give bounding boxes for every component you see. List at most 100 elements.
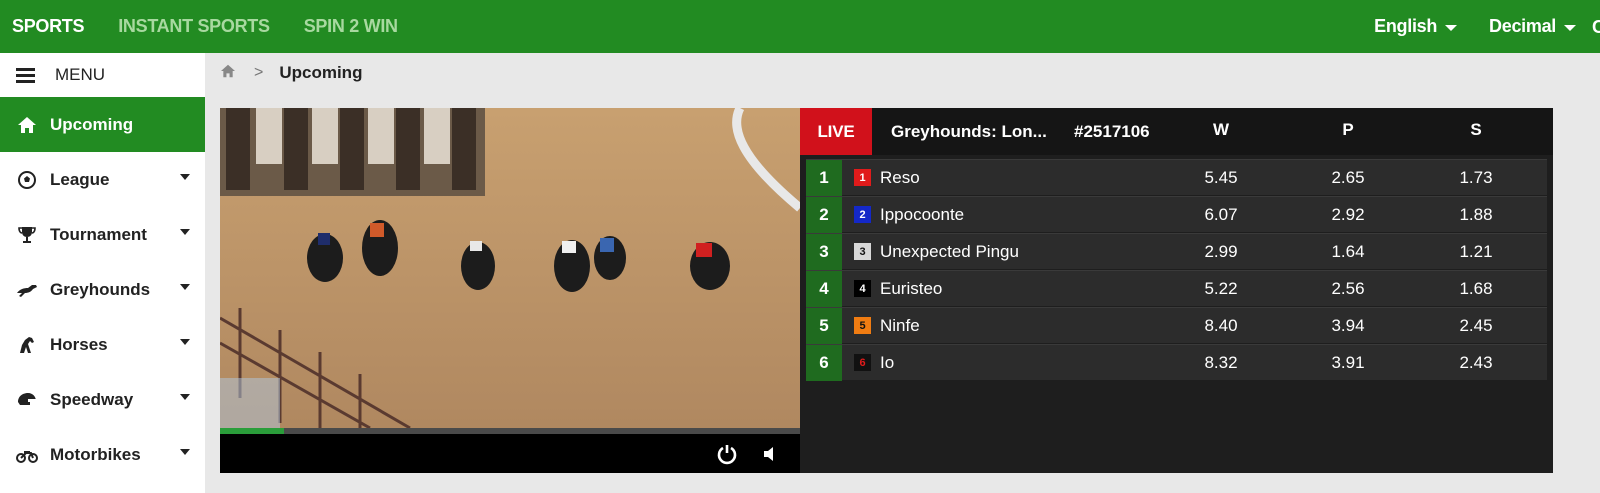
truncated-nav-item[interactable]: C <box>1592 17 1600 37</box>
horse-icon <box>16 335 38 355</box>
odds-show[interactable]: 2.45 <box>1446 316 1506 336</box>
language-dropdown[interactable]: English <box>1358 16 1473 37</box>
sidebar: MENU Upcoming League Tournament Greyhoun… <box>0 53 205 493</box>
trap-badge: 6 <box>854 354 871 371</box>
odds-win[interactable]: 6.07 <box>1191 205 1251 225</box>
runner-row[interactable]: 6 6 Io 8.32 3.91 2.43 <box>806 344 1547 381</box>
odds-show[interactable]: 1.73 <box>1446 168 1506 188</box>
odds-place[interactable]: 3.91 <box>1318 353 1378 373</box>
volume-icon[interactable] <box>760 443 782 465</box>
trap-badge: 1 <box>854 169 871 186</box>
sidebar-item-league[interactable]: League <box>0 152 205 207</box>
menu-label: MENU <box>55 65 106 84</box>
sidebar-item-label: Upcoming <box>50 114 134 134</box>
odds-format-label: Decimal <box>1489 16 1556 36</box>
sidebar-item-label: Speedway <box>50 389 134 409</box>
column-header-win: W <box>1212 120 1230 139</box>
top-nav: SPORTS INSTANT SPORTS SPIN 2 WIN <box>0 0 415 53</box>
odds-win[interactable]: 2.99 <box>1191 242 1251 262</box>
sidebar-item-horses[interactable]: Horses <box>0 317 205 372</box>
sidebar-item-speedway[interactable]: Speedway <box>0 372 205 427</box>
runner-name: Euristeo <box>880 278 943 298</box>
runner-number: 5 <box>806 307 842 344</box>
sidebar-item-motorbikes[interactable]: Motorbikes <box>0 427 205 482</box>
chevron-down-icon <box>180 229 190 235</box>
odds-format-dropdown[interactable]: Decimal <box>1473 16 1592 37</box>
top-right-controls: English Decimal C <box>1358 0 1600 53</box>
runner-name: Io <box>880 352 895 372</box>
race-odds-panel: LIVE Greyhounds: Lon... #2517106 W P S 1… <box>800 108 1553 473</box>
chevron-down-icon <box>180 284 190 290</box>
race-video-player[interactable] <box>220 108 800 473</box>
runner-name: Ippocoonte <box>880 204 965 224</box>
sidebar-item-upcoming[interactable]: Upcoming <box>0 97 205 152</box>
motorbike-icon <box>16 445 38 465</box>
menu-toggle[interactable]: MENU <box>0 53 205 97</box>
sidebar-item-tournament[interactable]: Tournament <box>0 207 205 262</box>
sidebar-item-label: Tournament <box>50 224 147 244</box>
runner-list: 1 1 Reso 5.45 2.65 1.73 2 2 Ippocoonte 6.07 2.92 1.… <box>806 159 1547 381</box>
runner-row[interactable]: 3 3 Unexpected Pingu 2.99 1.64 1.21 <box>806 233 1547 270</box>
odds-win[interactable]: 8.32 <box>1191 353 1251 373</box>
breadcrumb-separator: > <box>254 64 264 81</box>
odds-place[interactable]: 2.92 <box>1318 205 1378 225</box>
runner-number: 3 <box>806 233 842 270</box>
race-id: #2517106 <box>1074 121 1150 141</box>
runner-row[interactable]: 2 2 Ippocoonte 6.07 2.92 1.88 <box>806 196 1547 233</box>
column-header-place: P <box>1342 120 1354 139</box>
home-icon[interactable] <box>220 63 236 83</box>
odds-win[interactable]: 5.22 <box>1191 279 1251 299</box>
odds-place[interactable]: 3.94 <box>1318 316 1378 336</box>
chevron-down-icon <box>1564 24 1576 31</box>
breadcrumb: > Upcoming <box>220 62 362 84</box>
top-navigation-bar: SPORTS INSTANT SPORTS SPIN 2 WIN English… <box>0 0 1600 53</box>
odds-place[interactable]: 2.56 <box>1318 279 1378 299</box>
race-name: Greyhounds: Lon... <box>891 121 1047 141</box>
runner-number: 2 <box>806 196 842 233</box>
runner-number: 4 <box>806 270 842 307</box>
video-controls <box>220 434 800 473</box>
chevron-down-icon <box>180 394 190 400</box>
odds-win[interactable]: 5.45 <box>1191 168 1251 188</box>
odds-win[interactable]: 8.40 <box>1191 316 1251 336</box>
trophy-icon <box>16 225 38 245</box>
runner-name: Unexpected Pingu <box>880 241 1019 261</box>
odds-place[interactable]: 2.65 <box>1318 168 1378 188</box>
race-header: LIVE Greyhounds: Lon... #2517106 W P S <box>800 108 1553 155</box>
breadcrumb-current: Upcoming <box>279 63 363 82</box>
runner-row[interactable]: 1 1 Reso 5.45 2.65 1.73 <box>806 159 1547 196</box>
trap-badge: 3 <box>854 243 871 260</box>
soccer-ball-icon <box>16 170 38 190</box>
sidebar-item-greyhounds[interactable]: Greyhounds <box>0 262 205 317</box>
topnav-instant-sports[interactable]: INSTANT SPORTS <box>101 0 286 53</box>
live-badge: LIVE <box>800 108 872 155</box>
topnav-spin-2-win[interactable]: SPIN 2 WIN <box>287 0 415 53</box>
runner-number: 6 <box>806 344 842 381</box>
home-icon <box>16 115 38 135</box>
odds-show[interactable]: 1.88 <box>1446 205 1506 225</box>
power-icon[interactable] <box>716 443 738 465</box>
sidebar-item-label: Horses <box>50 334 108 354</box>
odds-show[interactable]: 1.21 <box>1446 242 1506 262</box>
odds-show[interactable]: 2.43 <box>1446 353 1506 373</box>
runner-row[interactable]: 5 5 Ninfe 8.40 3.94 2.45 <box>806 307 1547 344</box>
odds-show[interactable]: 1.68 <box>1446 279 1506 299</box>
race-video-frame <box>220 108 800 428</box>
column-header-show: S <box>1470 120 1482 139</box>
runner-row[interactable]: 4 4 Euristeo 5.22 2.56 1.68 <box>806 270 1547 307</box>
trap-badge: 5 <box>854 317 871 334</box>
trap-badge: 2 <box>854 206 871 223</box>
hamburger-icon <box>16 67 35 83</box>
runner-name: Reso <box>880 167 920 187</box>
chevron-down-icon <box>180 339 190 345</box>
chevron-down-icon <box>180 174 190 180</box>
sidebar-item-label: Greyhounds <box>50 279 151 299</box>
greyhound-icon <box>16 280 38 300</box>
topnav-sports[interactable]: SPORTS <box>0 0 101 53</box>
runner-name: Ninfe <box>880 315 920 335</box>
helmet-icon <box>16 390 38 410</box>
odds-place[interactable]: 1.64 <box>1318 242 1378 262</box>
chevron-down-icon <box>1445 24 1458 31</box>
language-label: English <box>1374 16 1438 36</box>
runner-number: 1 <box>806 159 842 196</box>
